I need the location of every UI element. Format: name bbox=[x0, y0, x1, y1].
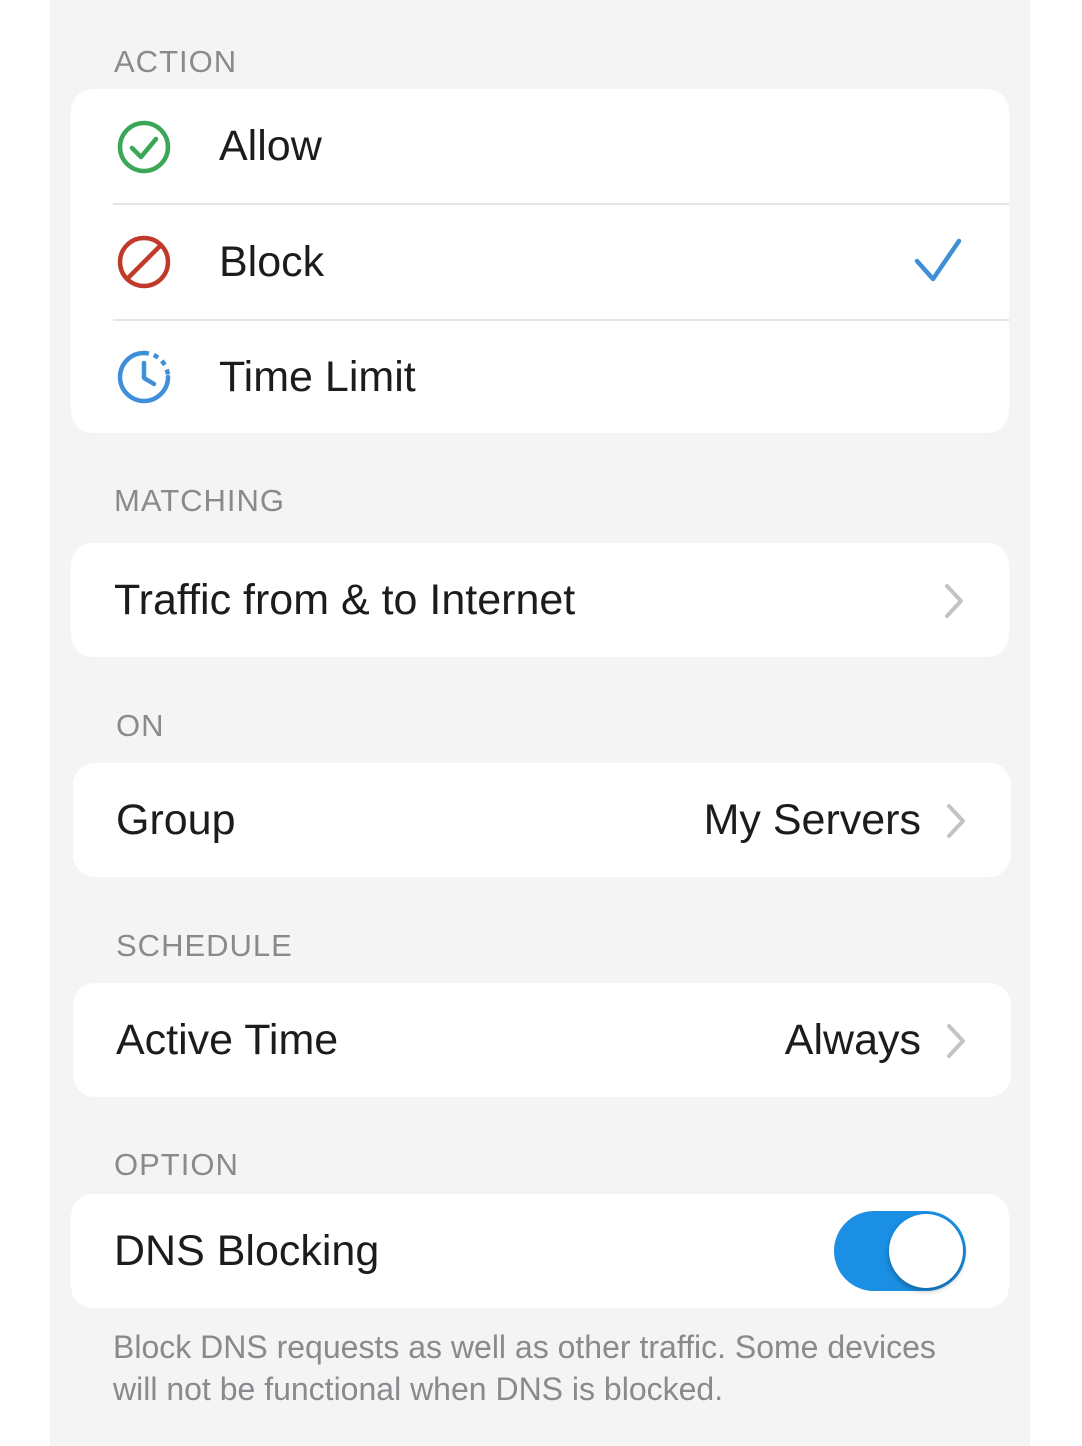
active-time-row[interactable]: Active Time Always bbox=[73, 983, 1011, 1097]
action-row-block[interactable]: Block bbox=[71, 205, 1009, 319]
dns-blocking-footnote: Block DNS requests as well as other traf… bbox=[113, 1329, 936, 1407]
group-row[interactable]: Group My Servers bbox=[73, 763, 1011, 877]
matching-label: Traffic from & to Internet bbox=[114, 575, 576, 624]
active-time-label: Active Time bbox=[116, 1015, 339, 1064]
option-card: DNS Blocking bbox=[71, 1194, 1009, 1308]
block-circle-icon bbox=[117, 235, 171, 294]
group-label: Group bbox=[116, 795, 236, 844]
schedule-card: Active Time Always bbox=[73, 983, 1011, 1097]
on-card: Group My Servers bbox=[73, 763, 1011, 877]
time-limit-clock-icon bbox=[117, 350, 171, 409]
action-row-allow[interactable]: Allow bbox=[71, 89, 1009, 203]
allow-check-circle-icon bbox=[117, 120, 171, 179]
section-header-schedule: SCHEDULE bbox=[116, 928, 293, 963]
action-card: Allow Block Time Limit bbox=[71, 89, 1009, 433]
matching-card: Traffic from & to Internet bbox=[71, 543, 1009, 657]
action-label-block: Block bbox=[219, 237, 325, 286]
chevron-right-icon bbox=[943, 583, 965, 624]
action-label-time-limit: Time Limit bbox=[219, 352, 416, 401]
dns-blocking-toggle[interactable] bbox=[834, 1211, 966, 1291]
section-header-on: ON bbox=[116, 708, 165, 743]
action-row-time-limit[interactable]: Time Limit bbox=[71, 321, 1009, 433]
action-label-allow: Allow bbox=[219, 121, 322, 170]
dns-blocking-row: DNS Blocking bbox=[71, 1194, 1009, 1308]
active-time-value: Always bbox=[784, 1015, 921, 1064]
section-header-action: ACTION bbox=[114, 44, 238, 79]
chevron-right-icon bbox=[945, 803, 967, 844]
selected-checkmark-icon bbox=[913, 237, 963, 290]
section-header-matching: MATCHING bbox=[114, 483, 286, 518]
chevron-right-icon bbox=[945, 1023, 967, 1064]
dns-blocking-label: DNS Blocking bbox=[114, 1226, 380, 1275]
toggle-knob bbox=[889, 1214, 963, 1288]
section-header-option: OPTION bbox=[114, 1147, 239, 1182]
group-value: My Servers bbox=[703, 795, 921, 844]
matching-row[interactable]: Traffic from & to Internet bbox=[71, 543, 1009, 657]
